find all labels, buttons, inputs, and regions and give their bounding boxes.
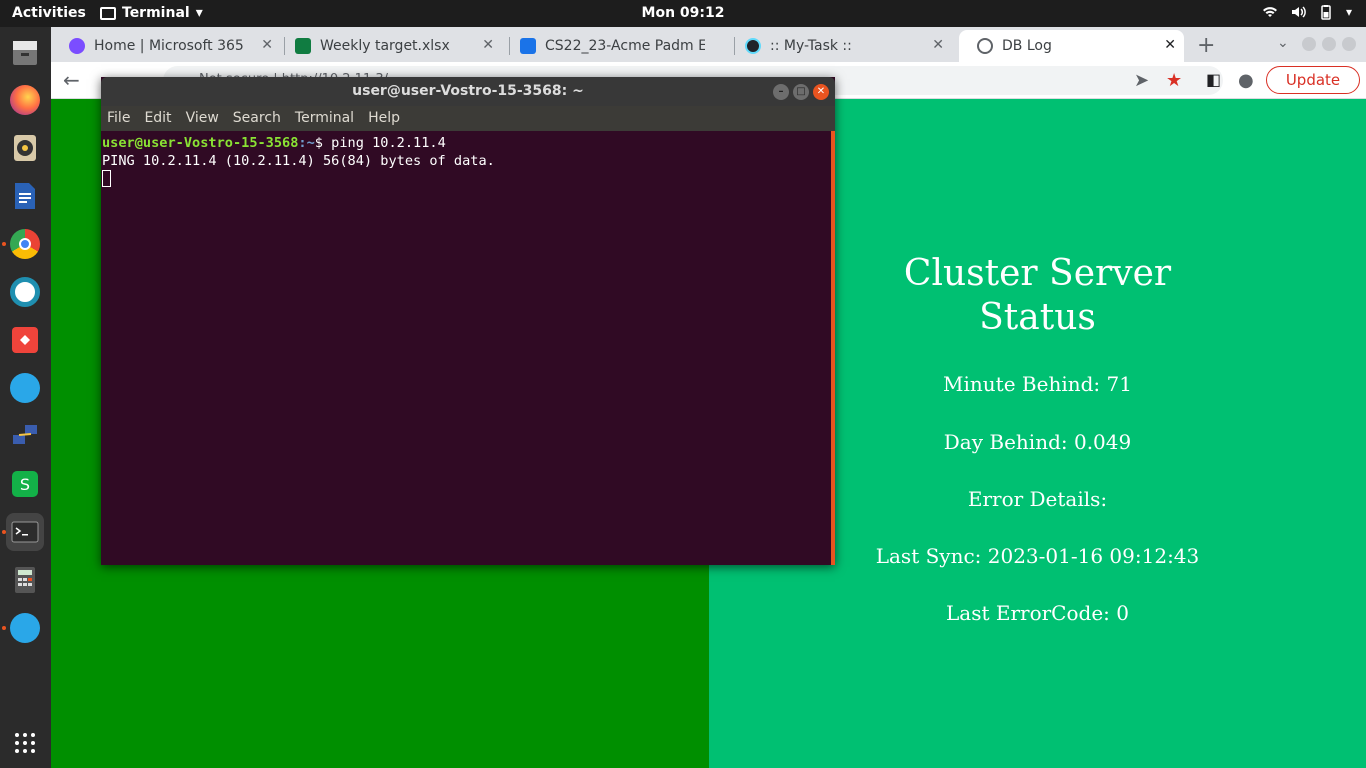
send-icon[interactable]: ➤ — [1134, 70, 1149, 91]
minimize-button[interactable]: – — [773, 84, 789, 100]
tab-cs22-acme[interactable]: CS22_23-Acme Padm ER — [502, 30, 727, 62]
maximize-button[interactable]: □ — [793, 84, 809, 100]
sync-icon — [10, 277, 40, 307]
system-tray[interactable]: ▾ — [1262, 4, 1352, 20]
volume-icon — [1291, 6, 1306, 18]
menu-help[interactable]: Help — [368, 110, 400, 131]
battery-icon — [1321, 5, 1331, 20]
tab-search-button[interactable]: ⌄ — [1277, 35, 1289, 51]
anydesk-icon — [12, 327, 38, 353]
speaker-icon — [14, 135, 36, 161]
microsoft-365-icon — [69, 38, 85, 54]
command-line: user@user-Vostro-15-3568:~$ ping 10.2.11… — [102, 134, 830, 152]
excel-icon — [295, 38, 311, 54]
tab-microsoft-365[interactable]: Home | Microsoft 365 ✕ — [51, 30, 281, 62]
menu-search[interactable]: Search — [233, 110, 281, 131]
jira-icon — [520, 38, 536, 54]
dock-anydesk[interactable] — [6, 321, 44, 359]
tab-title: DB Log — [1002, 38, 1052, 54]
svg-text:S: S — [20, 475, 30, 494]
chrome-icon — [10, 229, 40, 259]
globe-icon — [977, 38, 993, 54]
dock-firefox[interactable] — [6, 81, 44, 119]
prompt-path: :~ — [298, 135, 315, 151]
menu-terminal[interactable]: Terminal — [295, 110, 354, 131]
output-line: PING 10.2.11.4 (10.2.11.4) 56(84) bytes … — [102, 153, 495, 169]
tab-weekly-target[interactable]: Weekly target.xlsx ✕ — [277, 30, 502, 62]
dock-phone-2[interactable] — [6, 609, 44, 647]
menu-edit[interactable]: Edit — [144, 110, 171, 131]
file-cabinet-icon — [13, 41, 37, 65]
chevron-down-icon: ▾ — [1345, 5, 1352, 19]
prompt-user: user@user-Vostro-15-3568 — [102, 135, 299, 151]
react-icon — [745, 38, 761, 54]
close-icon[interactable]: ✕ — [1164, 37, 1176, 53]
dock-writer[interactable] — [6, 177, 44, 215]
bookmark-star-icon[interactable]: ★ — [1166, 70, 1182, 91]
maximize-button[interactable] — [1322, 37, 1336, 51]
activities-button[interactable]: Activities — [12, 5, 86, 21]
terminal-menubar: File Edit View Search Terminal Help — [101, 106, 835, 131]
tab-title: CS22_23-Acme Padm ER — [545, 38, 705, 54]
browser-tab-strip: Home | Microsoft 365 ✕ Weekly target.xls… — [51, 27, 1366, 62]
dock-app-sync[interactable] — [6, 273, 44, 311]
terminal-icon — [100, 6, 116, 20]
side-panel-icon[interactable]: ◧ — [1206, 70, 1221, 89]
terminal-window[interactable]: user@user-Vostro-15-3568: ~ – □ ✕ File E… — [101, 77, 835, 565]
network-icon — [13, 425, 37, 444]
dock-phone[interactable] — [6, 369, 44, 407]
close-icon[interactable]: ✕ — [932, 37, 944, 53]
dock-network[interactable] — [6, 417, 44, 455]
tab-title: Weekly target.xlsx — [320, 38, 450, 54]
grid-icon — [15, 733, 35, 753]
app-menu[interactable]: Terminal ▾ — [100, 5, 203, 21]
phone-icon — [10, 373, 40, 403]
minimize-button[interactable] — [1302, 37, 1316, 51]
close-button[interactable]: ✕ — [813, 84, 829, 100]
document-icon — [15, 183, 35, 209]
terminal-icon — [11, 521, 39, 543]
show-applications-button[interactable] — [6, 724, 44, 762]
chevron-down-icon: ▾ — [195, 5, 203, 21]
app-menu-label: Terminal — [122, 5, 190, 21]
terminal-title-bar[interactable]: user@user-Vostro-15-3568: ~ – □ ✕ — [101, 77, 835, 106]
phone-icon — [10, 613, 40, 643]
top-bar: Activities Terminal ▾ Mon 09:12 ▾ — [0, 0, 1366, 27]
prompt-symbol: $ — [314, 135, 332, 151]
dock-terminal[interactable] — [6, 513, 44, 551]
text-cursor — [102, 170, 111, 187]
menu-view[interactable]: View — [186, 110, 219, 131]
firefox-icon — [10, 85, 40, 115]
terminal-output[interactable]: user@user-Vostro-15-3568:~$ ping 10.2.11… — [102, 132, 830, 565]
dock-files[interactable] — [6, 33, 44, 71]
scrollbar[interactable] — [831, 131, 835, 565]
update-button[interactable]: Update — [1266, 66, 1360, 94]
menu-file[interactable]: File — [107, 110, 130, 131]
dock-calculator[interactable] — [6, 561, 44, 599]
back-button[interactable]: ← — [63, 68, 80, 92]
window-controls — [1302, 37, 1356, 51]
tab-db-log[interactable]: DB Log ✕ — [959, 30, 1184, 62]
tab-title: :: My-Task :: — [770, 38, 852, 54]
wifi-icon — [1262, 7, 1277, 17]
dock-wps-sheets[interactable]: S — [6, 465, 44, 503]
new-tab-button[interactable]: + — [1197, 33, 1215, 58]
calculator-icon — [15, 567, 35, 593]
tab-my-task[interactable]: :: My-Task :: ✕ — [727, 30, 952, 62]
spreadsheet-icon: S — [12, 471, 38, 497]
tab-title: Home | Microsoft 365 — [94, 38, 244, 54]
close-icon[interactable]: ✕ — [482, 37, 494, 53]
dock: S — [0, 27, 51, 768]
clock[interactable]: Mon 09:12 — [642, 5, 725, 21]
command-text: ping 10.2.11.4 — [331, 135, 446, 151]
close-icon[interactable]: ✕ — [261, 37, 273, 53]
dock-rhythmbox[interactable] — [6, 129, 44, 167]
dock-chrome[interactable] — [6, 225, 44, 263]
close-window-button[interactable] — [1342, 37, 1356, 51]
terminal-title: user@user-Vostro-15-3568: ~ — [352, 83, 584, 99]
profile-icon[interactable]: ● — [1238, 70, 1254, 91]
last-error-code: Last ErrorCode: 0 — [946, 601, 1129, 625]
